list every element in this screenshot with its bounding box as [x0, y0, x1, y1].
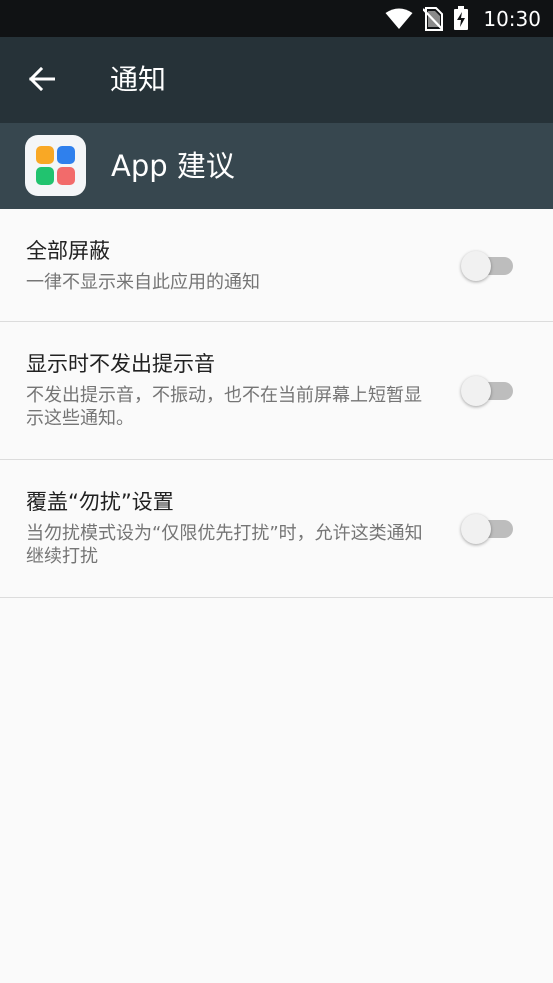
setting-summary: 一律不显示来自此应用的通知 [26, 272, 260, 293]
setting-title: 覆盖“勿扰”设置 [26, 490, 174, 514]
setting-summary: 不发出提示音，不振动，也不在当前屏幕上短暂显示这些通知。 [26, 385, 422, 429]
back-button[interactable] [22, 61, 62, 101]
setting-title: 全部屏蔽 [26, 239, 110, 263]
toggle-thumb [461, 514, 491, 544]
app-bar: 通知 [0, 37, 553, 123]
arrow-left-icon [28, 66, 56, 95]
setting-summary: 当勿扰模式设为“仅限优先打扰”时，允许这类通知继续打扰 [26, 523, 423, 567]
page-title: 通知 [110, 63, 167, 96]
no-sim-icon [423, 6, 444, 31]
status-bar: 10:30 [0, 0, 553, 37]
wifi-icon [385, 8, 413, 30]
app-grid-icon [25, 135, 86, 196]
toggle-thumb [461, 376, 491, 406]
setting-title: 显示时不发出提示音 [26, 352, 215, 376]
clock: 10:30 [483, 6, 541, 31]
app-header: App 建议 [0, 123, 553, 209]
setting-block-all[interactable]: 全部屏蔽 一律不显示来自此应用的通知 [0, 209, 553, 322]
block-all-toggle[interactable] [461, 249, 513, 281]
silent-toggle[interactable] [461, 374, 513, 406]
override-dnd-toggle[interactable] [461, 512, 513, 544]
setting-override-dnd[interactable]: 覆盖“勿扰”设置 当勿扰模式设为“仅限优先打扰”时，允许这类通知继续打扰 [0, 460, 553, 598]
battery-charging-icon [453, 6, 469, 31]
status-icons: 10:30 [385, 0, 541, 37]
app-name: App 建议 [111, 149, 235, 183]
toggle-thumb [461, 251, 491, 281]
setting-silent[interactable]: 显示时不发出提示音 不发出提示音，不振动，也不在当前屏幕上短暂显示这些通知。 [0, 322, 553, 460]
